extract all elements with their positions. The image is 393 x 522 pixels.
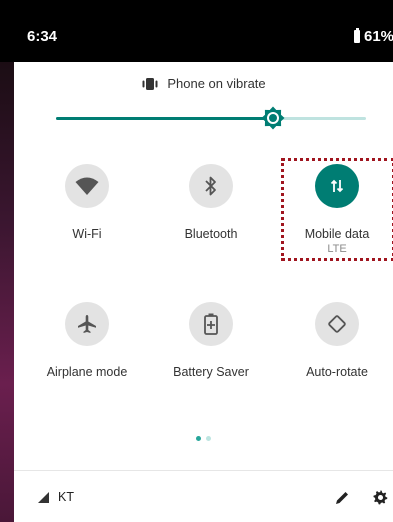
ringer-label: Phone on vibrate [167,76,266,91]
tile-airplane-mode-button[interactable] [65,302,109,346]
tile-battery-saver-button[interactable] [189,302,233,346]
battery-percent: 61% [364,28,393,45]
tile-auto-rotate-label: Auto-rotate [306,365,368,379]
tile-bluetooth-label: Bluetooth [184,227,238,241]
ringer-status[interactable]: Phone on vibrate [14,76,393,91]
quick-settings-panel: Phone on vibrate Wi-Fi Bluetooth Mobile … [14,62,393,522]
tile-bluetooth[interactable]: Bluetooth [156,164,266,241]
wallpaper-edge [0,62,14,522]
carrier-name: KT [58,490,74,504]
tile-battery-saver[interactable]: Battery Saver [156,302,266,379]
status-time: 6:34 [27,28,58,45]
carrier-info: KT [38,490,74,504]
tile-bluetooth-button[interactable] [189,164,233,208]
auto-rotate-icon [328,315,346,333]
pencil-icon[interactable] [334,490,350,506]
status-bar: 6:34 61% [0,0,393,62]
page-dot-1[interactable] [196,436,201,441]
tile-auto-rotate-button[interactable] [315,302,359,346]
tile-wifi-button[interactable] [65,164,109,208]
footer-divider [14,470,393,471]
brightness-slider-fill [56,117,273,120]
battery-icon [354,28,360,43]
tile-auto-rotate[interactable]: Auto-rotate [282,302,392,379]
highlight-box [281,158,393,261]
brightness-slider[interactable] [56,106,366,130]
page-indicator [14,436,393,441]
vibrate-icon [142,77,158,90]
wifi-icon [75,177,99,195]
page-dot-2[interactable] [206,436,211,441]
tile-wifi[interactable]: Wi-Fi [32,164,142,241]
tile-airplane-mode[interactable]: Airplane mode [32,302,142,379]
status-battery: 61% [354,28,393,45]
gear-icon[interactable] [372,489,389,506]
signal-icon [38,491,49,503]
bluetooth-icon [205,176,216,196]
airplane-icon [78,315,96,333]
battery-saver-icon [204,313,218,335]
tile-airplane-mode-label: Airplane mode [46,365,128,379]
brightness-icon[interactable] [261,106,285,130]
tile-wifi-label: Wi-Fi [72,227,102,241]
tile-battery-saver-label: Battery Saver [173,365,249,379]
